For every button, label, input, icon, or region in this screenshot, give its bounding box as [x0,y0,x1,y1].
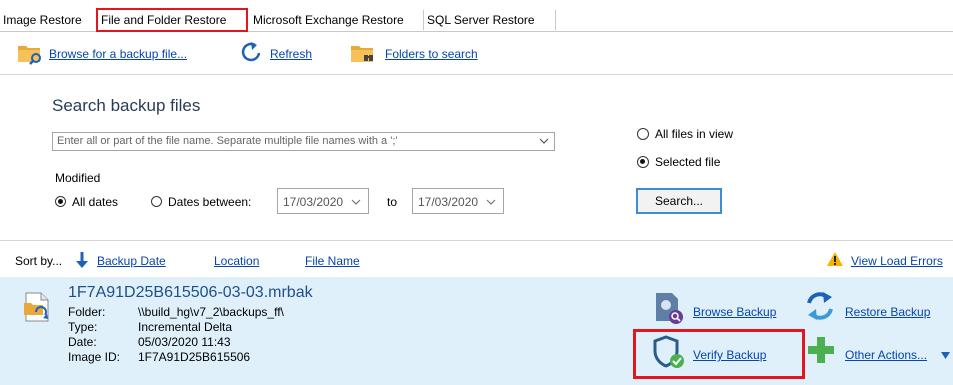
date-key: Date: [68,335,97,349]
restore-backup-icon[interactable] [805,291,835,321]
sort-bar: Sort by... Backup Date Location File Nam… [0,241,953,277]
folders-to-search-link[interactable]: Folders to search [385,47,478,61]
folders-to-search-icon[interactable] [350,41,376,65]
selected-file-label: Selected file [655,155,721,169]
folder-value: \\build_hg\v7_2\backups_ff\ [138,305,284,319]
sort-down-arrow-icon [76,252,88,268]
sort-by-label: Sort by... [15,254,63,268]
type-value: Incremental Delta [138,320,233,334]
tab-image-restore[interactable]: Image Restore [0,10,97,30]
chevron-down-icon[interactable] [351,197,361,207]
dates-between-label: Dates between: [168,195,252,209]
sort-file-name-link[interactable]: File Name [305,254,360,268]
tab-file-folder-restore[interactable]: File and Folder Restore [96,8,248,32]
to-label: to [387,195,398,209]
refresh-link[interactable]: Refresh [270,47,312,61]
dates-between-radio[interactable] [151,196,162,207]
tab-exchange-restore[interactable]: Microsoft Exchange Restore [250,10,424,30]
selected-file-radio[interactable] [637,156,649,168]
backup-file-icon [24,292,49,322]
image-id-key: Image ID: [68,350,121,364]
folder-key: Folder: [68,305,106,319]
verify-backup-highlight [633,329,805,379]
chevron-down-icon[interactable] [539,136,549,146]
all-files-radio[interactable] [637,128,649,140]
date-to-value: 17/03/2020 [418,195,479,209]
date-to-picker[interactable]: 17/03/2020 [412,188,504,214]
modified-label: Modified [55,171,101,185]
refresh-icon[interactable] [240,41,262,63]
all-dates-label: All dates [72,195,119,209]
image-id-value: 1F7A91D25B615506 [138,350,251,364]
view-load-errors-link[interactable]: View Load Errors [851,254,943,268]
tab-strip: Image Restore File and Folder Restore Mi… [0,8,953,32]
filename-search-combo[interactable] [52,132,555,151]
other-actions-link[interactable]: Other Actions... [845,348,927,362]
search-button[interactable]: Search... [636,188,722,214]
backup-file-name: 1F7A91D25B615506-03-03.mrbak [68,284,313,301]
sort-backup-date-link[interactable]: Backup Date [97,254,166,268]
browse-backup-file-link[interactable]: Browse for a backup file... [49,47,187,61]
tab-sql-restore[interactable]: SQL Server Restore [424,10,556,30]
browse-backup-link[interactable]: Browse Backup [693,305,776,319]
add-plus-icon[interactable] [806,335,836,365]
browse-backup-icon[interactable] [654,291,686,325]
restore-backup-link[interactable]: Restore Backup [845,305,930,319]
backup-result-row[interactable]: 1F7A91D25B615506-03-03.mrbak Folder: \\b… [0,277,953,385]
date-value: 05/03/2020 11:43 [138,335,231,349]
sort-location-link[interactable]: Location [214,254,259,268]
type-key: Type: [68,320,98,334]
toolbar: Browse for a backup file... Refresh Fold… [0,32,953,75]
search-title: Search backup files [52,96,201,115]
date-from-value: 17/03/2020 [283,195,344,209]
warning-icon [827,252,843,266]
all-dates-radio[interactable] [55,196,66,207]
filename-search-input[interactable] [53,133,527,149]
all-files-label: All files in view [655,127,734,141]
browse-folder-icon[interactable] [16,41,44,65]
caret-down-icon[interactable] [941,352,950,359]
chevron-down-icon[interactable] [486,197,496,207]
date-from-picker[interactable]: 17/03/2020 [277,188,369,214]
